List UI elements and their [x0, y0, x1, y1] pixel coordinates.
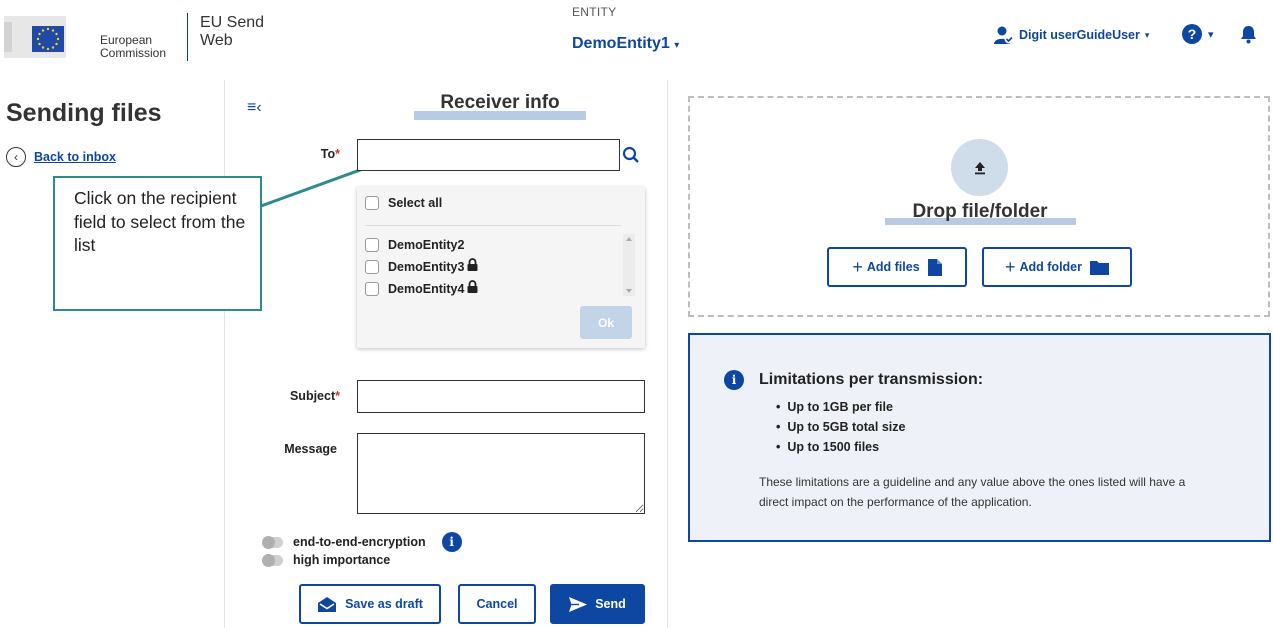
list-item: Up to 5GB total size	[776, 417, 905, 437]
top-header: European Commission EU Send Web ENTITY D…	[0, 0, 1273, 78]
organization-name: European Commission	[100, 33, 167, 60]
ok-button[interactable]: Ok	[580, 306, 632, 339]
search-icon[interactable]	[622, 146, 640, 164]
dropdown-separator	[365, 225, 621, 226]
notification-bell-icon[interactable]	[1240, 25, 1257, 44]
limitations-note: These limitations are a guideline and an…	[759, 475, 1186, 509]
dropdown-scrollbar[interactable]	[623, 234, 635, 296]
message-textarea[interactable]	[357, 433, 645, 514]
recipient-dropdown: Select all DemoEntity2 DemoEntity3 DemoE…	[357, 187, 645, 348]
recipient-input[interactable]	[357, 139, 620, 171]
help-menu[interactable]: ? ▾	[1182, 24, 1214, 44]
list-item: Up to 1GB per file	[776, 397, 905, 417]
add-files-button[interactable]: + Add files	[827, 247, 967, 287]
plus-icon: +	[852, 256, 863, 277]
drop-title: Drop file/folder	[912, 201, 1048, 222]
subject-input[interactable]	[357, 380, 645, 413]
chevron-left-icon: ‹	[6, 147, 26, 167]
eu-flag-logo	[4, 16, 66, 58]
folder-icon	[1090, 260, 1109, 275]
tutorial-callout: Click on the recipient field to select f…	[53, 176, 262, 311]
back-to-inbox-link[interactable]: ‹ Back to inbox	[6, 147, 116, 167]
recipient-option[interactable]: DemoEntity2	[365, 238, 464, 252]
recipient-checkbox[interactable]	[365, 282, 379, 296]
importance-toggle-row: high importance	[262, 553, 390, 567]
entity-selector[interactable]: DemoEntity1 ▾	[572, 35, 679, 53]
sidebar-divider	[224, 80, 225, 628]
to-label: To*	[320, 147, 340, 161]
envelope-open-icon	[318, 596, 337, 612]
app-name: EU Send Web	[200, 14, 265, 49]
limitations-panel: i Limitations per transmission: Up to 1G…	[688, 333, 1271, 542]
send-icon	[569, 596, 588, 612]
section-title: Receiver info	[440, 92, 560, 113]
header-divider	[187, 13, 188, 61]
file-icon	[927, 258, 942, 276]
entity-label: ENTITY	[572, 5, 617, 19]
lock-icon	[467, 280, 478, 293]
column-divider	[667, 80, 668, 628]
chevron-down-icon: ▾	[674, 40, 680, 51]
file-dropzone[interactable]: Drop file/folder + Add files + Add folde…	[688, 96, 1270, 317]
recipient-checkbox[interactable]	[365, 238, 379, 252]
subject-label: Subject*	[289, 389, 340, 403]
encryption-toggle[interactable]	[262, 535, 283, 549]
chevron-down-icon: ▾	[1208, 28, 1214, 41]
upload-icon[interactable]	[951, 139, 1008, 196]
user-check-icon	[994, 26, 1014, 44]
page-title: Sending files	[6, 99, 162, 127]
help-icon: ?	[1182, 24, 1202, 44]
limitations-list: Up to 1GB per file Up to 5GB total size …	[776, 397, 905, 457]
recipient-option[interactable]: DemoEntity4	[365, 280, 478, 296]
lock-icon	[467, 258, 478, 271]
recipient-option[interactable]: DemoEntity3	[365, 258, 478, 274]
add-folder-button[interactable]: + Add folder	[982, 247, 1132, 287]
select-all-checkbox[interactable]	[365, 196, 379, 210]
chevron-down-icon: ▾	[1144, 29, 1150, 40]
user-menu[interactable]: Digit userGuideUser ▾	[994, 25, 1149, 45]
save-draft-button[interactable]: Save as draft	[299, 584, 441, 624]
info-icon[interactable]: i	[441, 532, 462, 552]
limitations-title: Limitations per transmission:	[759, 371, 984, 388]
message-label: Message	[284, 442, 337, 456]
collapse-panel-icon[interactable]: ≡‹	[247, 99, 262, 117]
encryption-toggle-row: end-to-end-encryption i	[262, 532, 462, 552]
send-button[interactable]: Send	[550, 584, 645, 624]
cancel-button[interactable]: Cancel	[458, 584, 536, 624]
select-all-option[interactable]: Select all	[365, 196, 442, 210]
list-item: Up to 1500 files	[776, 437, 905, 457]
importance-toggle[interactable]	[262, 553, 283, 567]
info-icon: i	[724, 370, 744, 390]
plus-icon: +	[1004, 256, 1016, 277]
recipient-checkbox[interactable]	[365, 260, 379, 274]
